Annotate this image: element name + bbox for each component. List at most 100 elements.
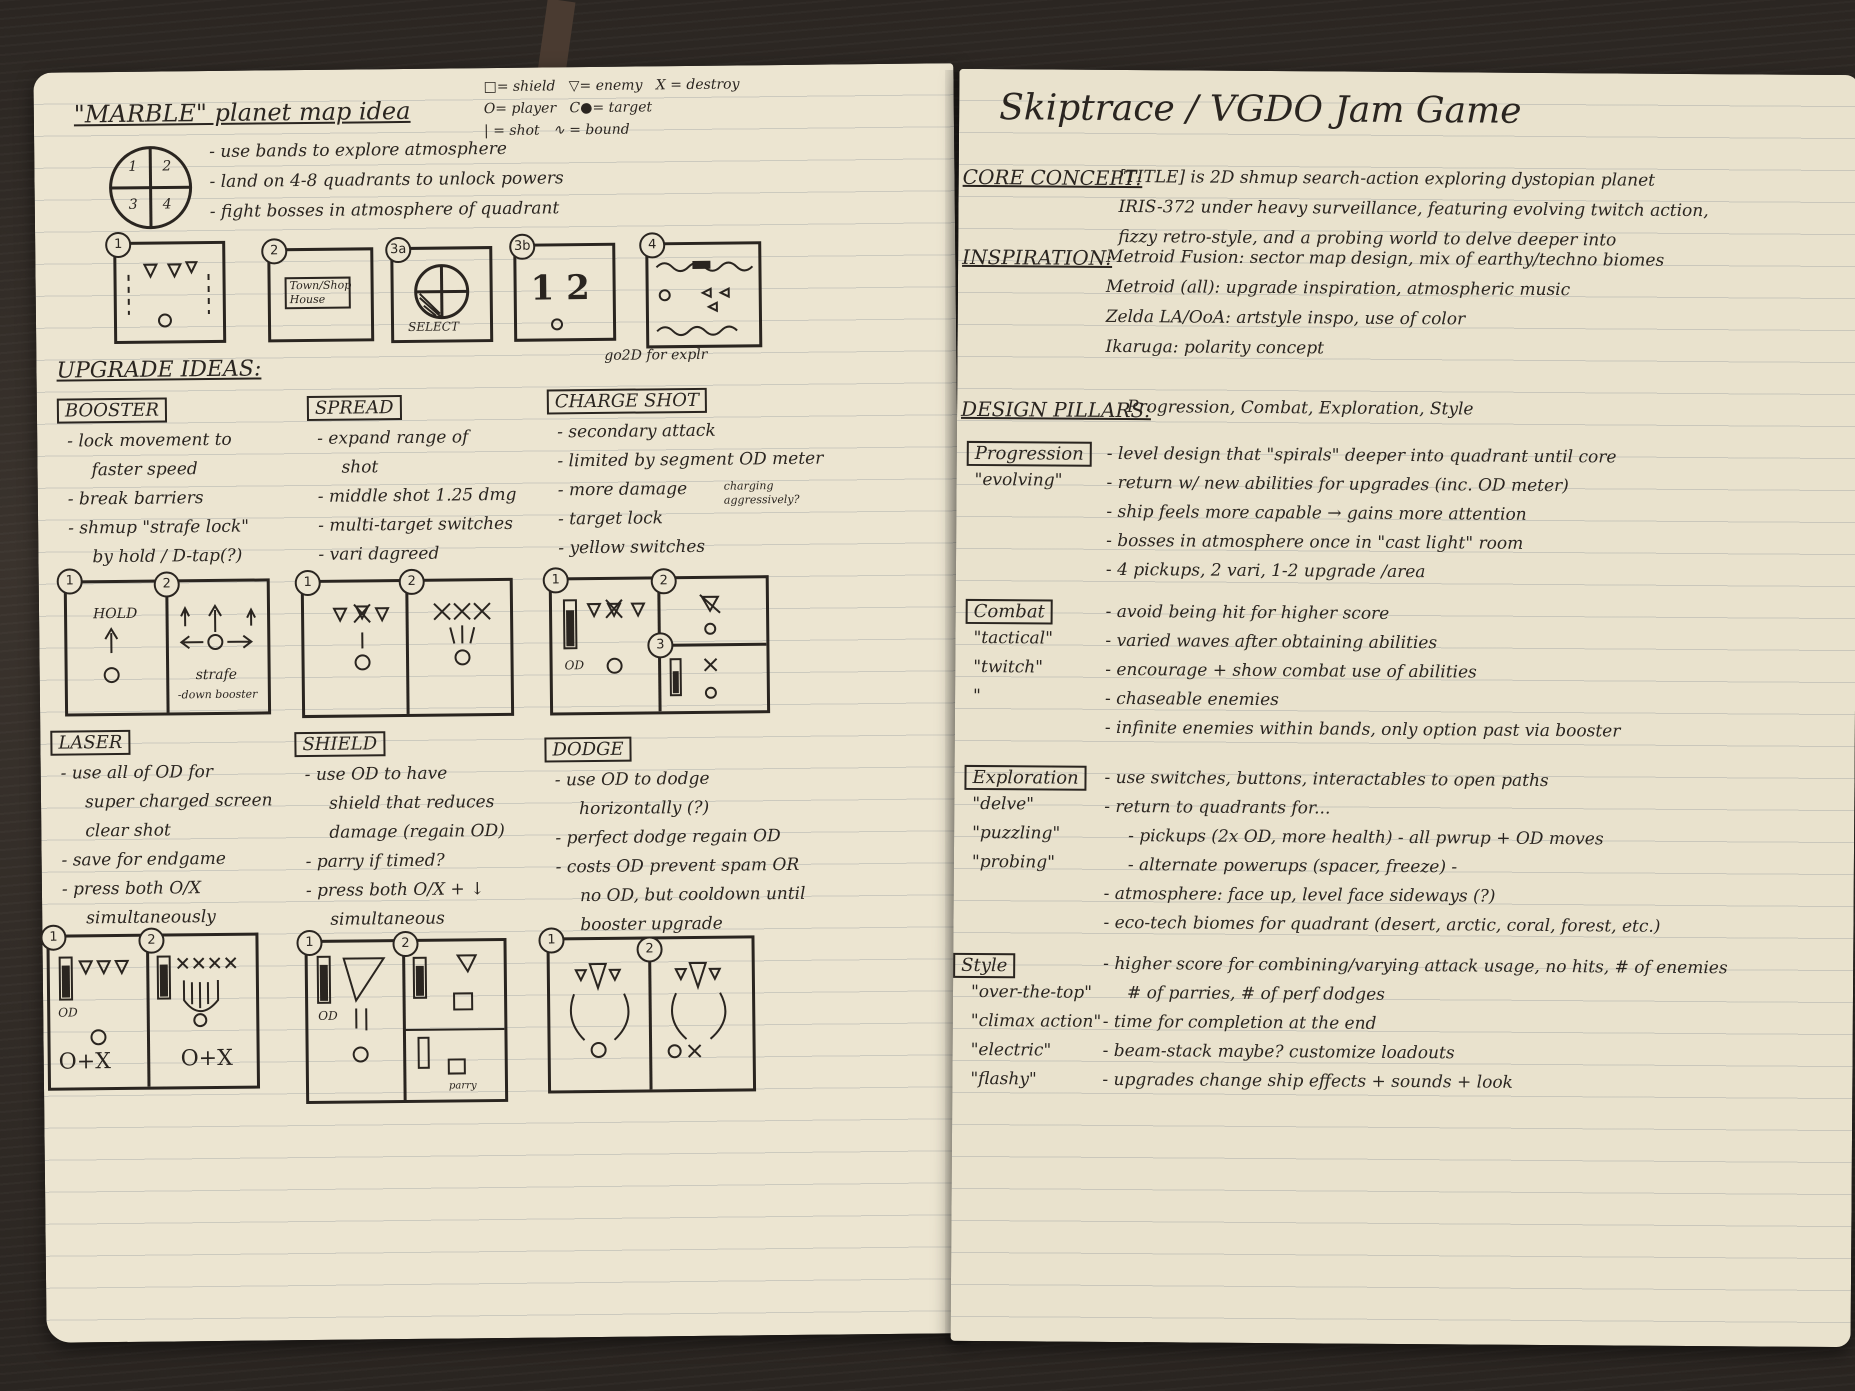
planet-note: - land on 4-8 quadrants to unlock powers [209, 168, 564, 193]
upgrade-ideas-heading: UPGRADE IDEAS: [56, 356, 262, 384]
quadrant-3: 3 [128, 196, 138, 213]
legend-target: C●= target [569, 99, 653, 117]
laser-label: LASER [50, 729, 131, 756]
shield-notes: - use OD to have shield that reduces dam… [305, 759, 506, 935]
spread-diagram-icon [332, 581, 491, 714]
note-line: faster speed [91, 459, 198, 481]
note-line: - use OD to have [304, 763, 448, 786]
planet-note: - use bands to explore atmosphere [209, 138, 507, 163]
legend-player: O= player [483, 100, 557, 118]
planet-circle-icon [109, 146, 193, 230]
sketch-number: 1 [56, 568, 83, 595]
game-title: Skiptrace / VGDO Jam Game [999, 87, 1522, 132]
note-line: - use switches, buttons, interactables t… [1104, 767, 1549, 792]
dodge-notes: - use OD to dodge horizontally (?) - per… [555, 764, 806, 941]
note-line: - press both O/X + ↓ [305, 879, 485, 902]
design-pillars-list: Progression, Combat, Exploration, Style [1127, 397, 1474, 420]
map-number: 2 [261, 238, 288, 265]
charge-shot-label: CHARGE SHOT [546, 387, 708, 415]
core-concept-label: CORE CONCEPT: [962, 164, 1143, 191]
note-line: - save for endgame [61, 848, 226, 871]
note-line: - break barriers [67, 488, 204, 510]
note-line: - upgrades change ship effects + sounds … [1102, 1069, 1513, 1093]
note-line: - press both O/X [61, 878, 202, 900]
note-line: - ship feels more capable → gains more a… [1106, 501, 1527, 525]
note-line: - encourage + show combat use of abiliti… [1105, 659, 1477, 683]
note-line: - 4 pickups, 2 vari, 1-2 upgrade /area [1105, 559, 1426, 583]
pillar-tag: "electric" [970, 1039, 1052, 1061]
pillar-tag: " [973, 685, 981, 707]
laser-notes: - use all of OD for super charged screen… [61, 757, 274, 933]
sketch-number: 3 [647, 632, 674, 659]
select-label: SELECT [407, 319, 460, 334]
inspiration-line: Metroid (all): upgrade inspiration, atmo… [1105, 276, 1571, 301]
od-label: OD [564, 658, 585, 673]
quadrant-2: 2 [162, 158, 172, 175]
enemy-formation-icon [127, 261, 210, 328]
inspiration-line: Zelda LA/OoA: artstyle inspo, use of col… [1105, 306, 1466, 330]
note-line: by hold / D-tap(?) [92, 545, 243, 568]
parry-label: parry [448, 1080, 477, 1092]
map-sketch-1 [113, 240, 227, 345]
sketch-number: 1 [542, 567, 569, 594]
pillar-tag: "over-the-top" [970, 981, 1093, 1003]
note-line: - parry if timed? [305, 850, 445, 873]
design-pillars-label: DESIGN PILLARS: [960, 396, 1152, 423]
sketch-number: 1 [538, 927, 565, 954]
combat-label: Combat [965, 598, 1053, 625]
legend-enemy: ▽= enemy [568, 77, 643, 95]
town-shop-box: Town/Shop House [284, 276, 351, 310]
inspiration-line: Ikaruga: polarity concept [1105, 336, 1325, 359]
sketch-number: 2 [392, 930, 419, 958]
spread-sketch [300, 577, 515, 719]
note-line: - avoid being hit for higher score [1105, 601, 1390, 624]
note-line: - beam-stack maybe? customize loadouts [1102, 1040, 1455, 1064]
note-line: horizontally (?) [579, 797, 710, 820]
style-pillar: Style "over-the-top" "climax action" "el… [952, 952, 1101, 1095]
sketch-number: 1 [40, 924, 67, 951]
legend-bound: ∿ = bound [552, 121, 630, 139]
od-label: OD [58, 1005, 78, 1020]
legend-destroy: X = destroy [655, 76, 740, 94]
goal-note: go2D for explr [604, 346, 708, 364]
note-line: # of parries, # of perf dodges [1126, 983, 1385, 1005]
note-line: shot [341, 457, 379, 478]
quadrant-4: 4 [162, 196, 172, 213]
note-line: - costs OD prevent spam OR [555, 854, 800, 878]
sketch-number: 2 [153, 571, 180, 598]
note-line: - use OD to dodge [554, 768, 710, 791]
od-label: OD [318, 1008, 338, 1023]
planet-quadrant-diagram: 1 2 3 4 [106, 143, 195, 232]
concept-line: IRIS-372 under heavy surveillance, featu… [1118, 196, 1709, 222]
shield-section: SHIELD - use OD to have shield that redu… [294, 730, 506, 935]
map-sketch-2: Town/Shop House [267, 247, 375, 343]
charge-shot-section: CHARGE SHOT - secondary attack - limited… [546, 387, 825, 564]
map-number: 4 [639, 232, 666, 259]
symbol-legend: □= shield ▽= enemy X = destroy O= player… [483, 73, 784, 142]
left-notebook-page: "MARBLE" planet map idea □= shield ▽= en… [33, 63, 967, 1343]
map-sketch-4 [645, 241, 763, 349]
pillar-tag: "tactical" [973, 627, 1054, 649]
map-idea-title: "MARBLE" planet map idea [73, 96, 411, 129]
spread-notes: - expand range of shot - middle shot 1.2… [317, 423, 517, 570]
inspiration-label: INSPIRATION: [962, 244, 1113, 270]
note-line: - middle shot 1.25 dmg [317, 484, 517, 507]
note-line: - use all of OD for [60, 762, 214, 784]
style-label: Style [953, 952, 1016, 979]
note-line: - lock movement to [67, 429, 232, 452]
combo-label: O+X [180, 1045, 233, 1072]
dodge-section: DODGE - use OD to dodge horizontally (?)… [544, 735, 806, 941]
note-line: simultaneously [86, 906, 216, 929]
exploration-pillar: Exploration "delve" "puzzling" "probing" [964, 764, 1087, 878]
exploration-label: Exploration [964, 764, 1087, 791]
laser-section: LASER - use all of OD for super charged … [50, 728, 274, 933]
note-line: - multi-target switches [318, 513, 513, 536]
note-line: - secondary attack [557, 420, 716, 443]
charge-side-note: charging aggressively? [723, 479, 800, 507]
right-notebook-page: Skiptrace / VGDO Jam Game CORE CONCEPT: … [950, 68, 1855, 1348]
booster-sketch: HOLD strafe -down booster [63, 578, 272, 717]
progression-notes: - level design that "spirals" deeper int… [1106, 440, 1617, 589]
note-line: - eco-tech biomes for quadrant (desert, … [1103, 912, 1661, 937]
map-number: 1 [105, 231, 132, 259]
note-line: - infinite enemies within bands, only op… [1104, 717, 1621, 742]
